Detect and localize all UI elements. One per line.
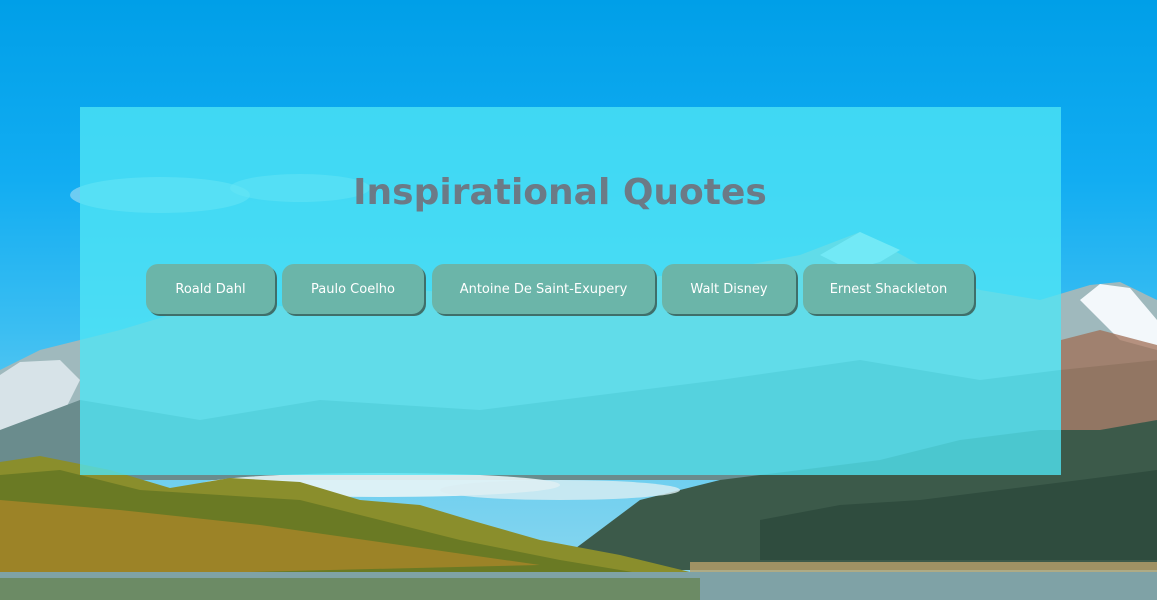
author-button-roald-dahl[interactable]: Roald Dahl (146, 264, 275, 314)
author-button-antoine-de-saint-exupery[interactable]: Antoine De Saint-Exupery (432, 264, 655, 314)
page-background: Inspirational Quotes Roald Dahl Paulo Co… (0, 0, 1157, 600)
author-button-walt-disney[interactable]: Walt Disney (662, 264, 796, 314)
author-button-ernest-shackleton[interactable]: Ernest Shackleton (803, 264, 974, 314)
author-button-paulo-coelho[interactable]: Paulo Coelho (282, 264, 424, 314)
page-title: Inspirational Quotes (353, 172, 767, 213)
